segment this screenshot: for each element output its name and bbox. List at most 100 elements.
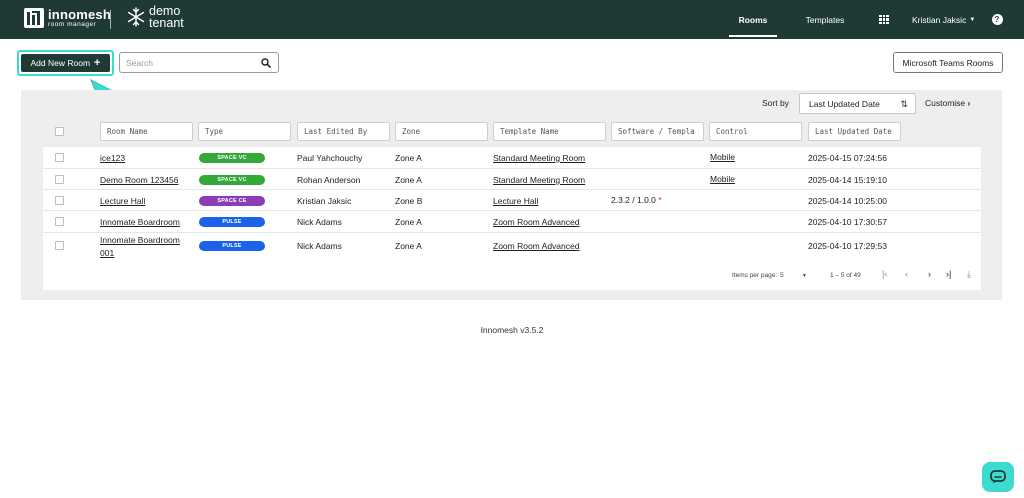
table-header: Room Name Type Last Edited By Zone Templ…: [43, 116, 981, 147]
room-name-link[interactable]: Lecture Hall: [100, 196, 145, 206]
filter-room-name[interactable]: Room Name: [100, 122, 193, 141]
nav-rooms-active-indicator: [729, 35, 777, 37]
last-updated-date: 2025-04-14 15:19:10: [808, 175, 887, 185]
template-link[interactable]: Lecture Hall: [493, 196, 538, 206]
items-per-page-value: 5: [780, 272, 784, 279]
add-new-room-button[interactable]: Add New Room +: [21, 54, 110, 72]
filter-control[interactable]: Control: [709, 122, 802, 141]
table-row[interactable]: ice123 SPACE VC Paul Yahchouchy Zone A S…: [43, 147, 981, 169]
innomesh-logo-icon: [24, 8, 44, 29]
filter-software-template[interactable]: Software / Templa: [611, 122, 704, 141]
sort-by-label: Sort by: [762, 98, 789, 108]
items-per-page-label: Items per page:: [732, 272, 778, 279]
filter-last-updated-date[interactable]: Last Updated Date: [808, 122, 901, 141]
filter-template-name[interactable]: Template Name: [493, 122, 606, 141]
filter-last-edited-by[interactable]: Last Edited By: [297, 122, 390, 141]
sort-by-value: Last Updated Date: [809, 98, 880, 109]
tenant-name: demo tenant: [149, 5, 184, 30]
template-link[interactable]: Zoom Room Advanced: [493, 241, 579, 251]
microsoft-teams-rooms-button[interactable]: Microsoft Teams Rooms: [893, 52, 1003, 73]
rooms-table: Room Name Type Last Edited By Zone Templ…: [43, 116, 981, 290]
sort-by-select[interactable]: Last Updated Date ⇅: [799, 93, 916, 114]
control-link[interactable]: Mobile: [710, 174, 735, 184]
apps-grid-icon: [879, 14, 889, 25]
brand-name: innomesh: [48, 7, 111, 22]
caret-down-icon: ▼: [969, 16, 976, 23]
room-name-link[interactable]: Innomate Boardroom: [100, 217, 180, 227]
last-edited-by: Kristian Jaksic: [297, 196, 352, 206]
software-template-version: 2.3.2 / 1.0.0 *: [611, 195, 662, 205]
room-name-line2: 001: [100, 248, 115, 258]
app-version: Innomesh v3.5.2: [480, 325, 544, 335]
first-page-icon[interactable]: |‹: [882, 269, 887, 279]
row-checkbox[interactable]: [55, 196, 64, 205]
items-per-page-select[interactable]: 5 ▼: [780, 272, 810, 279]
zone: Zone A: [395, 217, 422, 227]
zone: Zone A: [395, 175, 422, 185]
template-link[interactable]: Zoom Room Advanced: [493, 217, 579, 227]
search-icon[interactable]: [261, 58, 271, 68]
template-link[interactable]: Standard Meeting Room: [493, 153, 585, 163]
previous-page-icon[interactable]: ‹: [905, 269, 908, 279]
customise-button[interactable]: Customise ›: [925, 98, 970, 108]
nav-rooms[interactable]: Rooms: [729, 0, 777, 39]
sort-direction-icon[interactable]: ⇅: [900, 99, 908, 110]
last-edited-by: Nick Adams: [297, 241, 342, 251]
user-name: Kristian Jaksic: [912, 14, 967, 25]
apps-grid-button[interactable]: [877, 0, 891, 39]
select-all-checkbox[interactable]: [55, 127, 64, 136]
chat-support-button[interactable]: [982, 462, 1014, 492]
brand-divider: [110, 10, 111, 29]
template-link[interactable]: Standard Meeting Room: [493, 175, 585, 185]
add-new-room-label: Add New Room: [30, 58, 91, 68]
type-badge: SPACE CE: [199, 196, 265, 206]
download-icon[interactable]: ⤓: [967, 269, 971, 280]
brand-text: innomesh room manager: [48, 8, 111, 29]
type-badge: PULSE: [199, 217, 265, 227]
next-page-icon[interactable]: ›: [928, 269, 931, 279]
room-name-link[interactable]: Demo Room 123456: [100, 175, 178, 185]
help-button[interactable]: ?: [990, 0, 1004, 39]
room-name-link[interactable]: ice123: [100, 153, 125, 163]
row-checkbox[interactable]: [55, 241, 64, 250]
snowflake-icon: [127, 7, 145, 27]
table-row[interactable]: Innomate Boardroom 001 PULSE Nick Adams …: [43, 233, 981, 261]
row-checkbox[interactable]: [55, 175, 64, 184]
table-row[interactable]: Demo Room 123456 SPACE VC Rohan Anderson…: [43, 169, 981, 190]
last-edited-by: Paul Yahchouchy: [297, 153, 363, 163]
chevron-right-icon: ›: [967, 98, 971, 108]
help-icon: ?: [991, 14, 1003, 25]
chat-bubble-icon: [990, 470, 1006, 484]
table-row[interactable]: Innomate Boardroom PULSE Nick Adams Zone…: [43, 211, 981, 233]
search-input[interactable]: [120, 57, 256, 68]
software-version-text: 2.3.2 / 1.0.0: [611, 195, 656, 205]
pagination: Items per page: 5 ▼ 1 – 5 of 49 |‹ ‹ › ›…: [43, 261, 981, 290]
filter-zone[interactable]: Zone: [395, 122, 488, 141]
last-updated-date: 2025-04-15 07:24:56: [808, 153, 887, 163]
page-range: 1 – 5 of 49: [830, 272, 861, 279]
customise-label: Customise: [925, 98, 966, 108]
room-name-link[interactable]: Innomate Boardroom 001: [100, 234, 180, 260]
nav-templates[interactable]: Templates: [800, 0, 850, 39]
last-page-icon[interactable]: ›|: [946, 269, 951, 279]
plus-icon: +: [94, 57, 101, 69]
user-menu[interactable]: Kristian Jaksic ▼: [912, 0, 978, 39]
search-box[interactable]: [119, 52, 279, 73]
row-checkbox[interactable]: [55, 217, 64, 226]
type-badge: SPACE VC: [199, 153, 265, 163]
last-updated-date: 2025-04-10 17:30:57: [808, 217, 887, 227]
last-edited-by: Rohan Anderson: [297, 175, 361, 185]
control-link[interactable]: Mobile: [710, 152, 735, 162]
table-row[interactable]: Lecture Hall SPACE CE Kristian Jaksic Zo…: [43, 190, 981, 211]
last-updated-date: 2025-04-14 10:25:00: [808, 196, 887, 206]
innomesh-logo[interactable]: innomesh room manager: [24, 8, 111, 29]
type-badge: SPACE VC: [199, 175, 265, 185]
add-new-room-highlight: Add New Room +: [17, 50, 114, 76]
row-checkbox[interactable]: [55, 153, 64, 162]
filter-type[interactable]: Type: [198, 122, 291, 141]
tenant-name-line2: tenant: [149, 16, 184, 30]
zone: Zone B: [395, 196, 423, 206]
tenant-logo: demo tenant: [126, 5, 184, 29]
zone: Zone A: [395, 153, 422, 163]
zone: Zone A: [395, 241, 422, 251]
